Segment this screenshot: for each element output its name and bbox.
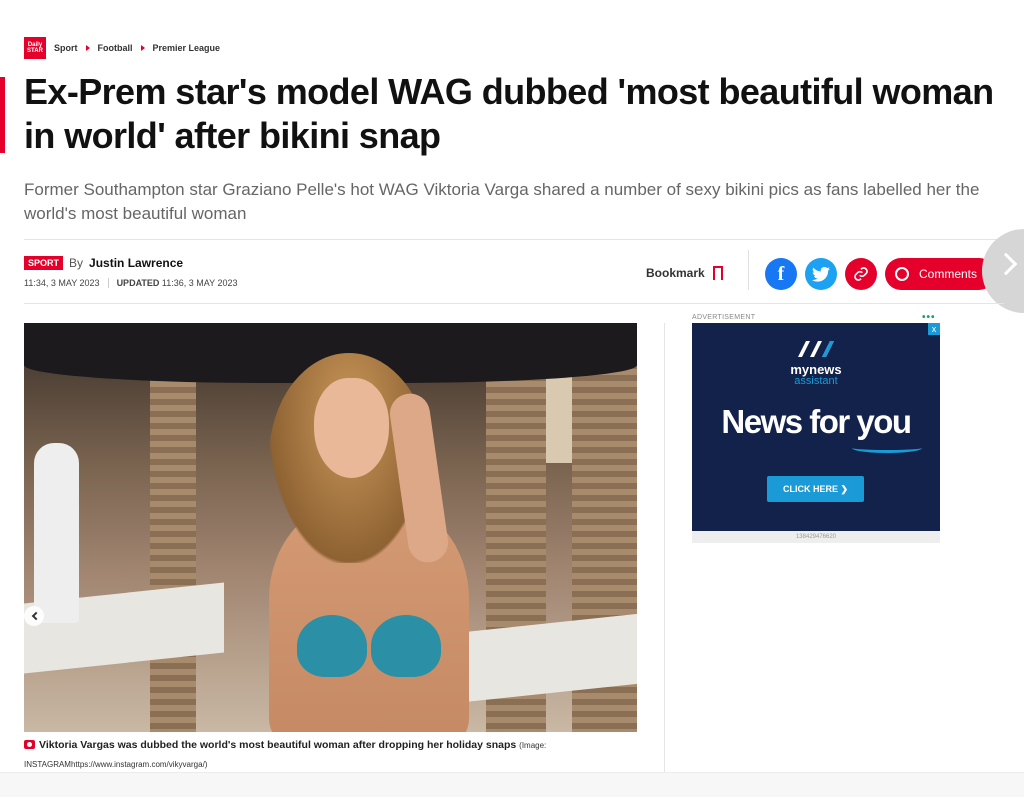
ad-menu-icon[interactable]: ••• — [922, 312, 936, 323]
copy-link-button[interactable] — [845, 258, 877, 290]
bottom-bar — [0, 772, 1024, 797]
by-label: By — [69, 256, 84, 270]
author-link[interactable]: Justin Lawrence — [89, 256, 183, 270]
ad-cta-button[interactable]: CLICK HERE ❯ — [767, 476, 864, 502]
next-arrow-icon — [994, 252, 1018, 276]
image-background-person — [34, 443, 79, 623]
ad-label: ADVERTISEMENT — [692, 314, 756, 321]
twitter-icon — [812, 266, 830, 282]
image-subject — [259, 353, 479, 732]
ad-close-icon[interactable]: x — [928, 323, 940, 335]
ad-headline: News for you — [721, 403, 912, 440]
divider — [24, 303, 1004, 304]
next-article-button[interactable] — [982, 229, 1024, 313]
breadcrumb: Daily STAR Sport Football Premier League — [24, 37, 220, 59]
comments-label: Comments — [919, 267, 978, 281]
twitter-share-button[interactable] — [805, 258, 837, 290]
facebook-icon: f — [777, 262, 785, 285]
page-title: Ex-Prem star's model WAG dubbed 'most be… — [24, 71, 994, 156]
updated-label: UPDATED — [116, 278, 160, 288]
ad-brand-subname: assistant — [794, 375, 838, 387]
bookmark-label: Bookmark — [646, 266, 705, 280]
breadcrumb-football[interactable]: Football — [98, 43, 133, 53]
chevron-right-icon — [140, 45, 145, 51]
gallery-prev-button[interactable] — [24, 606, 44, 626]
image-face — [314, 378, 389, 478]
bookmark-icon — [712, 266, 723, 284]
column-divider — [664, 323, 665, 773]
prev-arrow-icon — [31, 611, 40, 621]
chevron-right-icon — [85, 45, 90, 51]
updated-time: 11:36, 3 MAY 2023 — [161, 278, 238, 288]
daily-star-logo[interactable]: Daily STAR — [24, 37, 46, 59]
camera-icon — [24, 740, 35, 749]
comment-icon — [895, 267, 909, 281]
breadcrumb-premier-league[interactable]: Premier League — [153, 43, 221, 53]
image-bikini — [297, 615, 367, 677]
advertisement[interactable]: x mynews assistant News for you CLICK HE… — [692, 323, 940, 531]
ad-swoosh — [852, 443, 922, 453]
article-dates: 11:34, 3 MAY 2023 UPDATED 11:36, 3 MAY 2… — [24, 278, 237, 288]
bookmark-button[interactable]: Bookmark — [646, 266, 723, 284]
image-caption: Viktoria Vargas was dubbed the world's m… — [24, 736, 644, 774]
breadcrumb-sport[interactable]: Sport — [54, 43, 78, 53]
link-icon — [854, 267, 868, 281]
ad-logo-icon — [796, 339, 836, 359]
date-separator — [107, 278, 109, 288]
divider — [24, 239, 1004, 240]
section-tag[interactable]: SPORT — [24, 256, 64, 270]
image-bikini — [371, 615, 441, 677]
headline-accent-bar — [0, 77, 5, 153]
facebook-share-button[interactable]: f — [765, 258, 797, 290]
ad-id: 138429476620 — [692, 531, 940, 543]
article-standfirst: Former Southampton star Graziano Pelle's… — [24, 180, 980, 223]
published-time: 11:34, 3 MAY 2023 — [24, 278, 100, 288]
byline: SPORT By Justin Lawrence — [24, 256, 183, 270]
comments-button[interactable]: Comments — [885, 258, 995, 290]
image-palm-trunk — [150, 363, 196, 732]
logo-text: Daily STAR — [27, 42, 43, 54]
hero-image[interactable] — [24, 323, 637, 732]
caption-text: Viktoria Vargas was dubbed the world's m… — [39, 739, 517, 751]
divider — [748, 250, 749, 290]
